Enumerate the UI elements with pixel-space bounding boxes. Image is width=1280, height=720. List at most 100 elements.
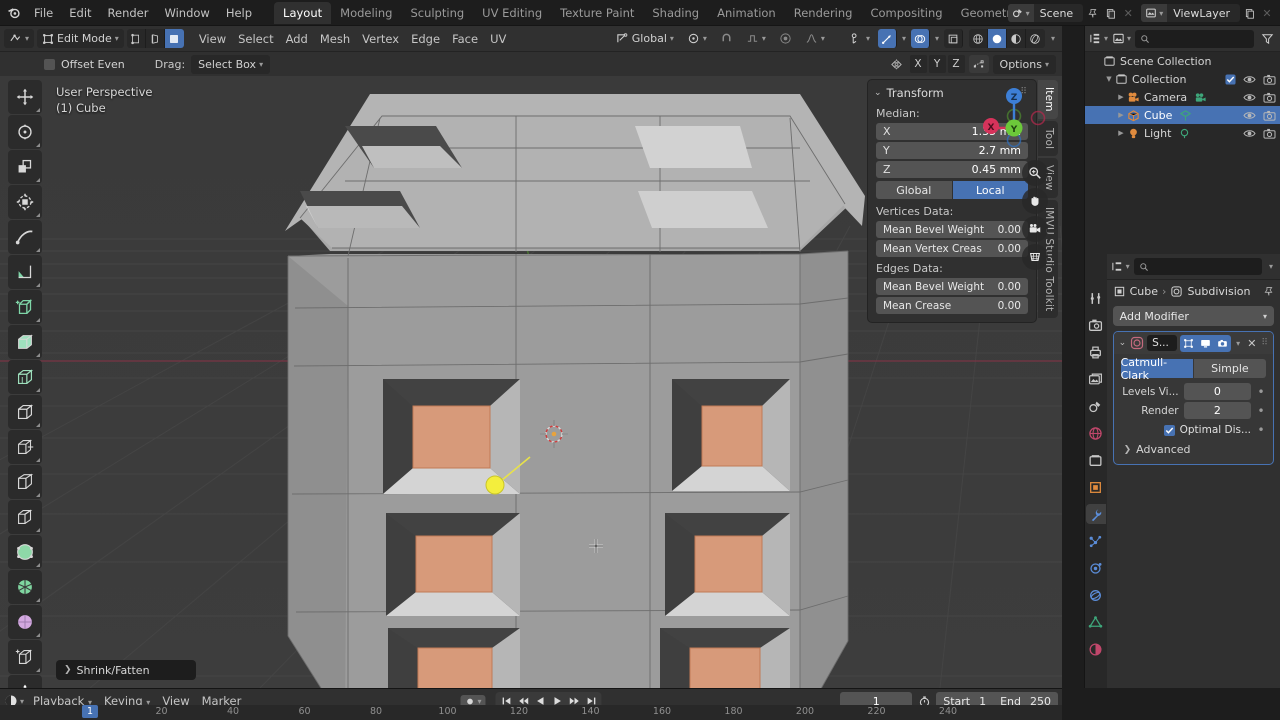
- workspace-tab-layout[interactable]: Layout: [274, 1, 332, 24]
- scene-selector[interactable]: ▾ Scene: [1007, 4, 1084, 22]
- modifier-data-icon[interactable]: [1179, 109, 1192, 122]
- animate-property-dot[interactable]: •: [1256, 423, 1266, 437]
- smooth-tool[interactable]: [8, 675, 42, 688]
- move-tool[interactable]: [8, 185, 42, 219]
- properties-search-input[interactable]: [1133, 258, 1262, 275]
- vertex-select-mode[interactable]: [127, 29, 146, 48]
- rotate-tool[interactable]: [8, 220, 42, 254]
- timeline-ruler[interactable]: 20 40 60 80 100 120 140 160 180 200 220 240 1: [0, 705, 1062, 720]
- tool-properties-tab[interactable]: [1086, 288, 1106, 308]
- collection-exclude-checkbox[interactable]: [1225, 73, 1236, 85]
- pivot-point-icon[interactable]: ▾: [682, 29, 712, 48]
- median-z-field[interactable]: Z 0.45 mm: [876, 161, 1028, 178]
- view-layer-properties-tab[interactable]: [1086, 369, 1106, 389]
- pin-icon[interactable]: [1083, 4, 1101, 22]
- 3d-viewport[interactable]: User Perspective (1) Cube Z X Y ❯ Shrink…: [0, 76, 1062, 688]
- workspace-tab-modeling[interactable]: Modeling: [331, 2, 401, 24]
- levels-viewport-field[interactable]: 0: [1183, 383, 1251, 400]
- measure-tool[interactable]: [8, 360, 42, 394]
- menu-window[interactable]: Window: [156, 3, 217, 23]
- viewport-menu-vertex[interactable]: Vertex: [356, 30, 405, 48]
- transform-tool[interactable]: [8, 290, 42, 324]
- camera-icon[interactable]: [1214, 334, 1232, 352]
- unlink-scene-icon[interactable]: ✕: [1119, 4, 1137, 22]
- camera-view-icon[interactable]: [1022, 216, 1048, 242]
- render-levels-field[interactable]: 2: [1183, 402, 1251, 419]
- properties-filter-chevron-icon[interactable]: ▾: [1266, 262, 1276, 271]
- edges-data-field[interactable]: Mean Crease 0.00: [876, 297, 1028, 314]
- disable-in-render-camera-icon[interactable]: [1263, 110, 1276, 121]
- scale-tool[interactable]: [8, 255, 42, 289]
- modifier-name-field[interactable]: S...: [1147, 335, 1178, 351]
- outliner-row-cube[interactable]: ▶ Cube: [1085, 106, 1280, 124]
- face-select-mode[interactable]: [164, 29, 184, 48]
- cursor-tool[interactable]: [8, 150, 42, 184]
- hide-in-viewport-eye-icon[interactable]: [1243, 74, 1256, 85]
- navigation-gizmo[interactable]: Z X Y: [980, 82, 1048, 150]
- disclosure-triangle[interactable]: ▼: [1103, 75, 1115, 83]
- show-gizmo-icon[interactable]: ▾: [844, 29, 875, 48]
- toggle-orthographic-icon[interactable]: [1022, 244, 1048, 270]
- edges-data-field[interactable]: Mean Bevel Weight 0.00: [876, 278, 1028, 295]
- subdivision-type-catmull-clark[interactable]: Catmull-Clark: [1120, 356, 1193, 382]
- transform-space-global[interactable]: Global: [876, 181, 952, 199]
- monitor-icon[interactable]: [1197, 334, 1215, 352]
- menu-edit[interactable]: Edit: [61, 3, 99, 23]
- snap-vertices-icon[interactable]: [968, 55, 989, 73]
- scene-icon[interactable]: ▾: [1007, 4, 1034, 22]
- workspace-tab-sculpting[interactable]: Sculpting: [401, 2, 473, 24]
- viewport-menu-select[interactable]: Select: [232, 30, 279, 48]
- solid-shading[interactable]: [987, 29, 1007, 48]
- filter-id-icon[interactable]: ▾: [1112, 32, 1131, 45]
- viewport-menu-view[interactable]: View: [193, 30, 232, 48]
- menu-file[interactable]: File: [26, 3, 61, 23]
- zoom-icon[interactable]: [1022, 160, 1048, 186]
- blender-logo-icon[interactable]: [0, 0, 26, 26]
- remove-view-layer-icon[interactable]: ✕: [1258, 4, 1276, 22]
- disclosure-triangle[interactable]: ▶: [1115, 111, 1127, 119]
- options-button[interactable]: Options ▾: [992, 54, 1056, 74]
- outliner-row-light[interactable]: ▶ Light: [1085, 124, 1280, 142]
- transform-space-local[interactable]: Local: [952, 181, 1028, 199]
- outliner-row-collection[interactable]: ▼ Collection: [1085, 70, 1280, 88]
- wireframe-shading[interactable]: [969, 29, 988, 48]
- vertices-data-field[interactable]: Mean Vertex Creas 0.00: [876, 240, 1028, 257]
- spin-tool[interactable]: [8, 640, 42, 674]
- view-layer-selector[interactable]: ▾ ViewLayer: [1141, 4, 1240, 22]
- viewport-menu-face[interactable]: Face: [446, 30, 484, 48]
- loop-cut-tool[interactable]: [8, 535, 42, 569]
- light-data-icon[interactable]: [1178, 127, 1191, 140]
- operator-redo-panel[interactable]: ❯ Shrink/Fatten: [56, 660, 196, 680]
- gizmo-object-icon[interactable]: [877, 29, 897, 48]
- pin-icon[interactable]: [1263, 286, 1274, 297]
- workspace-tab-uv-editing[interactable]: UV Editing: [473, 2, 551, 24]
- properties-editor-type-icon[interactable]: ▾: [1111, 260, 1130, 273]
- new-scene-icon[interactable]: [1101, 4, 1119, 22]
- tweak-tool[interactable]: [8, 80, 42, 114]
- outliner-display-mode-icon[interactable]: ▾: [1089, 32, 1108, 45]
- workspace-tab-texture-paint[interactable]: Texture Paint: [551, 2, 643, 24]
- mode-selector[interactable]: Edit Mode ▾: [37, 29, 124, 48]
- output-properties-tab[interactable]: [1086, 342, 1106, 362]
- vertices-data-field[interactable]: Mean Bevel Weight 0.00: [876, 221, 1028, 238]
- data-properties-tab[interactable]: [1086, 612, 1106, 632]
- viewport-menu-uv[interactable]: UV: [484, 30, 512, 48]
- drag-action-selector[interactable]: Select Box ▾: [191, 54, 271, 74]
- viewport-menu-mesh[interactable]: Mesh: [314, 30, 356, 48]
- disable-in-render-camera-icon[interactable]: [1263, 74, 1276, 85]
- collection-properties-tab[interactable]: [1086, 450, 1106, 470]
- bevel-tool[interactable]: [8, 500, 42, 534]
- animate-property-dot[interactable]: •: [1256, 404, 1266, 418]
- editor-type-3d-icon[interactable]: ▾: [4, 29, 35, 48]
- drag-grip-icon[interactable]: ⠿: [1261, 338, 1269, 348]
- modifier-extras-chevron-icon[interactable]: ▾: [1234, 339, 1242, 348]
- select-box-tool[interactable]: [8, 115, 42, 149]
- disable-in-render-camera-icon[interactable]: [1263, 92, 1276, 103]
- hide-in-viewport-eye-icon[interactable]: [1243, 110, 1256, 121]
- modifier-properties-tab[interactable]: [1085, 504, 1106, 524]
- offset-even-checkbox[interactable]: [44, 58, 55, 70]
- mirror-icon[interactable]: [888, 55, 906, 73]
- menu-render[interactable]: Render: [100, 3, 157, 23]
- subdivision-type-simple[interactable]: Simple: [1193, 359, 1266, 378]
- disclosure-triangle[interactable]: ▶: [1115, 93, 1127, 101]
